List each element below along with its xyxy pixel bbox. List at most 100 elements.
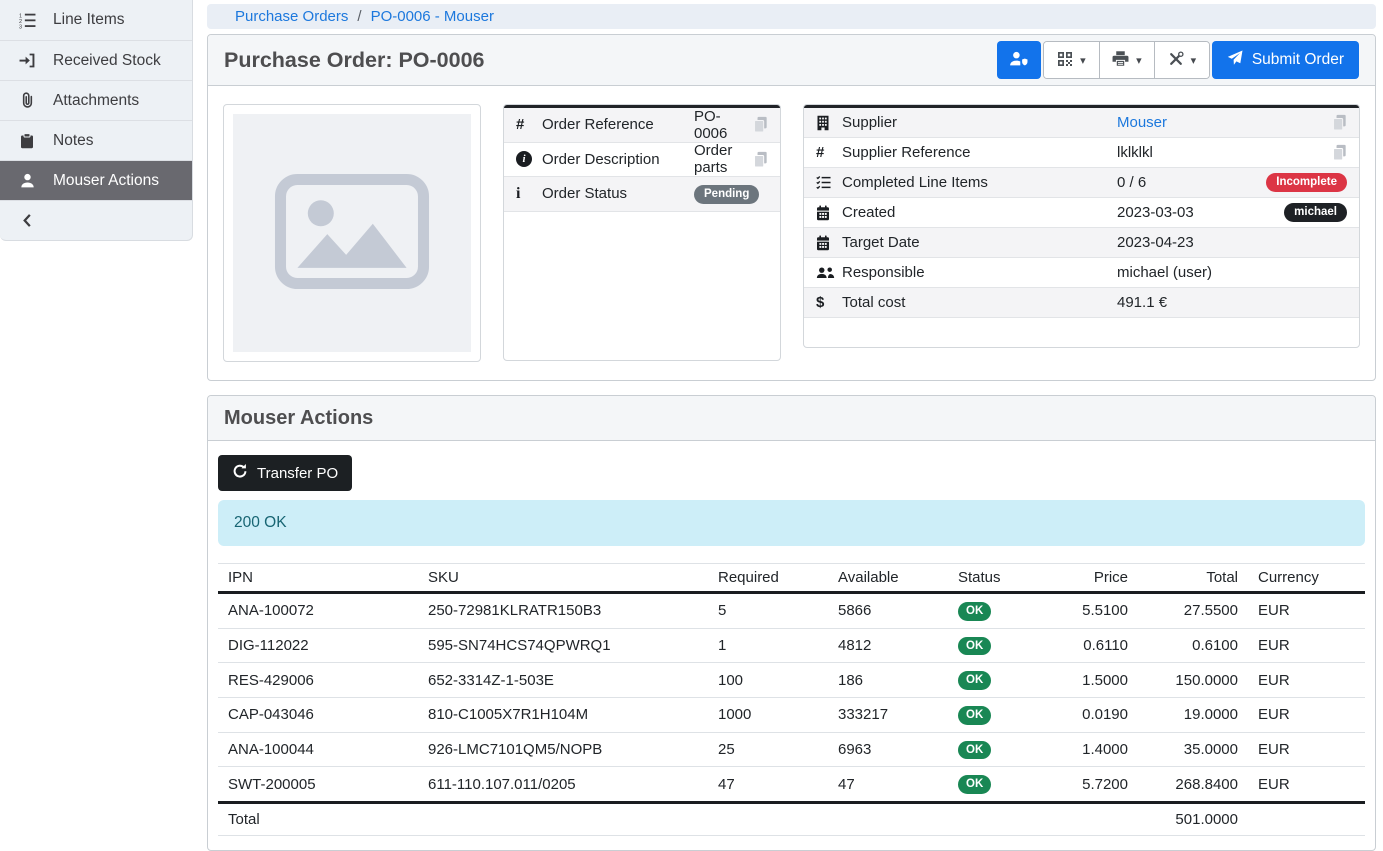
footer-total-label: Total: [218, 802, 418, 835]
col-header-ipn: IPN: [218, 564, 418, 593]
copy-icon[interactable]: [753, 151, 768, 168]
copy-icon[interactable]: [753, 116, 768, 133]
dollar-icon: $: [816, 294, 842, 311]
sidebar-item-mouser-actions[interactable]: Mouser Actions: [0, 160, 192, 200]
status-badge: Pending: [694, 185, 759, 204]
transfer-po-button[interactable]: Transfer PO: [218, 455, 352, 491]
cell-ipn: RES-429006: [218, 663, 418, 698]
supplier-details-card: Supplier Mouser # Supplier Reference lkl…: [803, 104, 1360, 348]
sidebar-item-label: Attachments: [53, 92, 139, 110]
col-header-currency: Currency: [1248, 564, 1365, 593]
cell-currency: EUR: [1248, 767, 1365, 803]
completed-line-items-value: 0 / 6: [1117, 174, 1266, 191]
detail-row-order-status: i Order Status Pending: [504, 177, 780, 212]
cell-price: 5.7200: [1048, 767, 1138, 803]
cell-available: 333217: [828, 697, 948, 732]
qrcode-icon: [1057, 51, 1073, 70]
admin-button[interactable]: [997, 41, 1041, 79]
ok-badge: OK: [958, 741, 991, 760]
detail-label: Total cost: [842, 294, 1117, 311]
page-title: Purchase Order: PO-0006: [224, 48, 485, 73]
ok-badge: OK: [958, 671, 991, 690]
total-cost-value: 491.1 €: [1117, 294, 1347, 311]
detail-label: Target Date: [842, 234, 1117, 251]
purchase-order-panel-header: Purchase Order: PO-0006 ▾: [208, 35, 1375, 86]
cell-currency: EUR: [1248, 732, 1365, 767]
sidebar-item-attachments[interactable]: Attachments: [0, 80, 192, 120]
order-reference-value: PO-0006: [694, 108, 753, 142]
breadcrumb-link-current-order[interactable]: PO-0006 - Mouser: [371, 8, 494, 25]
sidebar-item-notes[interactable]: Notes: [0, 120, 192, 160]
mouser-actions-panel: Mouser Actions Transfer PO 200 OK I: [207, 395, 1376, 851]
footer-total-value: 501.0000: [1138, 802, 1248, 835]
table-footer-row: Total 501.0000: [218, 802, 1365, 835]
user-shield-icon: [1008, 50, 1029, 70]
users-icon: [816, 265, 842, 280]
table-row: ANA-100072 250-72981KLRATR150B3 5 5866 O…: [218, 593, 1365, 629]
barcode-dropdown-button[interactable]: ▾: [1044, 42, 1099, 78]
detail-row-supplier: Supplier Mouser: [804, 108, 1359, 138]
supplier-link[interactable]: Mouser: [1117, 114, 1167, 131]
tools-dropdown-button[interactable]: ▾: [1154, 42, 1209, 78]
order-status-value: Pending: [694, 184, 768, 204]
cell-sku: 611-110.107.011/0205: [418, 767, 708, 803]
table-row: RES-429006 652-3314Z-1-503E 100 186 OK 1…: [218, 663, 1365, 698]
cell-ipn: ANA-100044: [218, 732, 418, 767]
detail-row-total-cost: $ Total cost 491.1 €: [804, 288, 1359, 318]
ok-badge: OK: [958, 637, 991, 656]
cell-currency: EUR: [1248, 663, 1365, 698]
mouser-actions-panel-header: Mouser Actions: [208, 396, 1375, 441]
image-icon: [274, 173, 430, 294]
caret-down-icon: ▾: [1191, 54, 1197, 67]
image-placeholder: [233, 114, 471, 352]
detail-label: Order Status: [542, 185, 694, 202]
hashtag-icon: #: [516, 116, 542, 133]
cell-sku: 926-LMC7101QM5/NOPB: [418, 732, 708, 767]
detail-label: Supplier: [842, 114, 1117, 131]
cell-price: 0.0190: [1048, 697, 1138, 732]
copy-icon[interactable]: [1332, 114, 1347, 131]
calendar-icon: [816, 235, 842, 251]
cell-total: 0.6100: [1138, 628, 1248, 663]
supplier-value: Mouser: [1117, 114, 1332, 131]
cell-total: 150.0000: [1138, 663, 1248, 698]
order-image-card[interactable]: [223, 104, 481, 362]
list-check-icon: [816, 175, 842, 190]
line-items-table: IPN SKU Required Available Status Price …: [218, 563, 1365, 836]
sidebar-item-received-stock[interactable]: Received Stock: [0, 40, 192, 80]
print-dropdown-button[interactable]: ▾: [1099, 42, 1154, 78]
col-header-required: Required: [708, 564, 828, 593]
breadcrumb-link-purchase-orders[interactable]: Purchase Orders: [235, 8, 348, 25]
cell-total: 268.8400: [1138, 767, 1248, 803]
table-header-row: IPN SKU Required Available Status Price …: [218, 564, 1365, 593]
order-toolbar: ▾ ▾ ▾: [997, 41, 1359, 79]
paper-plane-icon: [1227, 50, 1243, 71]
sidebar-collapse-button[interactable]: [0, 200, 192, 240]
table-row: ANA-100044 926-LMC7101QM5/NOPB 25 6963 O…: [218, 732, 1365, 767]
user-badge: michael: [1284, 203, 1347, 222]
detail-row-responsible: Responsible michael (user): [804, 258, 1359, 288]
table-row: CAP-043046 810-C1005X7R1H104M 1000 33321…: [218, 697, 1365, 732]
cell-price: 5.5100: [1048, 593, 1138, 629]
submit-order-button[interactable]: Submit Order: [1212, 41, 1359, 79]
detail-row-target-date: Target Date 2023-04-23: [804, 228, 1359, 258]
rotate-icon: [232, 463, 248, 483]
detail-label: Completed Line Items: [842, 174, 1117, 191]
info-circle-icon: i: [516, 151, 542, 167]
detail-row-order-description: i Order Description Order parts: [504, 143, 780, 178]
cell-price: 1.4000: [1048, 732, 1138, 767]
cell-required: 100: [708, 663, 828, 698]
created-value: 2023-03-03: [1117, 204, 1284, 221]
cell-available: 5866: [828, 593, 948, 629]
detail-label: Order Description: [542, 151, 694, 168]
copy-icon[interactable]: [1332, 144, 1347, 161]
cell-required: 5: [708, 593, 828, 629]
purchase-order-panel-body: # Order Reference PO-0006 i Order Descri…: [208, 86, 1375, 380]
order-details-card: # Order Reference PO-0006 i Order Descri…: [503, 104, 781, 361]
sidebar-item-line-items[interactable]: 123 Line Items: [0, 0, 192, 40]
status-alert-text: 200 OK: [234, 514, 287, 532]
ok-badge: OK: [958, 602, 991, 621]
building-icon: [816, 115, 842, 131]
main-content: Purchase Orders / PO-0006 - Mouser Purch…: [207, 0, 1376, 851]
cell-status: OK: [948, 593, 1048, 629]
